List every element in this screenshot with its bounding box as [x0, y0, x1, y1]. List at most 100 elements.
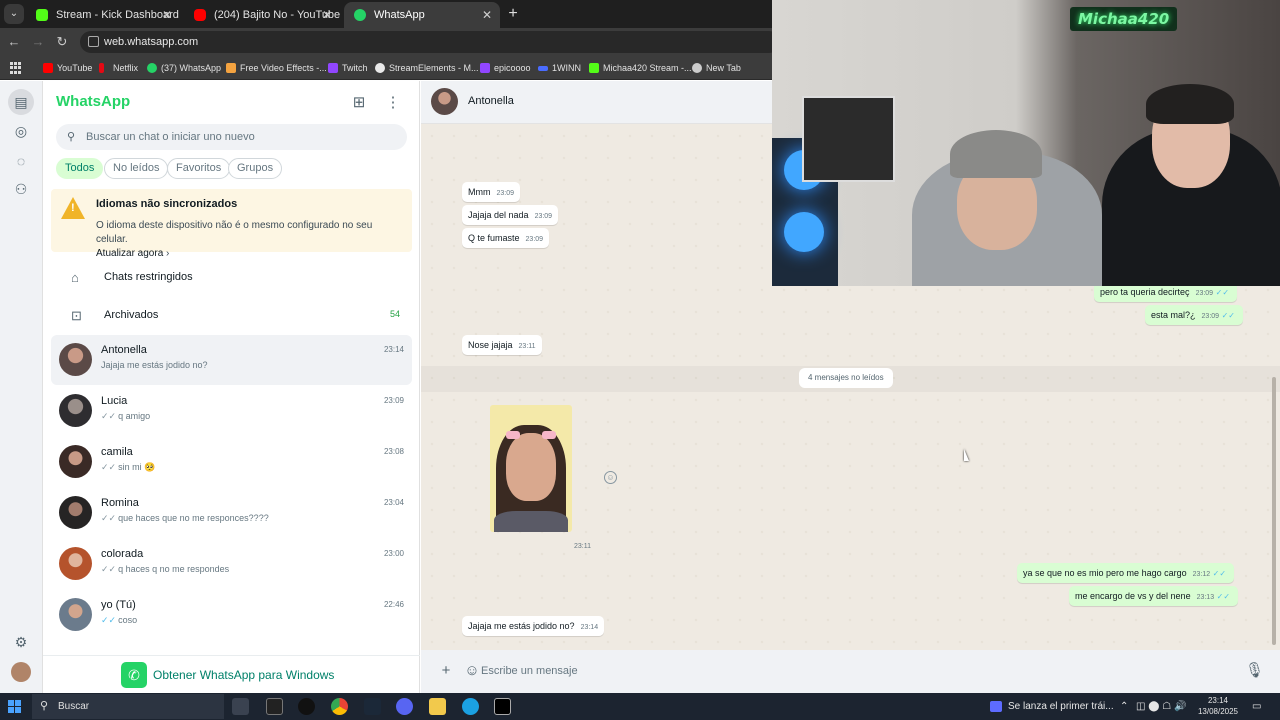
tab-kick[interactable]: Stream - Kick Dashboard ✕	[26, 2, 180, 28]
apps-grid-icon[interactable]	[10, 62, 22, 74]
bookmark-new-tab[interactable]: New Tab	[692, 60, 741, 76]
search-box: ⚲	[56, 124, 407, 150]
close-tab-icon[interactable]: ✕	[322, 2, 332, 28]
contact-name[interactable]: Antonella	[468, 95, 514, 107]
filter-no-leidos[interactable]: No leídos	[104, 158, 169, 179]
emoji-sticker-icon[interactable]: ☺	[463, 662, 481, 680]
task-view-icon[interactable]	[232, 698, 249, 715]
webcam-overlay: Michaa420	[772, 0, 1280, 286]
tab-search-icon[interactable]: ⌄	[4, 4, 24, 24]
message-in[interactable]: Nose jajaja 23:11	[462, 335, 542, 355]
video-effects-icon	[226, 63, 236, 73]
new-tab-icon[interactable]: +	[504, 4, 522, 24]
bookmark-streamelements[interactable]: StreamElements - M...	[375, 60, 479, 76]
language-warning-banner: ! Idiomas não sincronizados O idioma des…	[51, 189, 412, 259]
news-widget[interactable]: Se lanza el primer trái...	[988, 693, 1114, 720]
epic-games-icon[interactable]	[266, 698, 283, 715]
filter-favoritos[interactable]: Favoritos	[167, 158, 231, 179]
photo-timestamp: 23:11	[574, 543, 591, 550]
bookmark-1winn[interactable]: 1WINN	[538, 60, 581, 76]
twitch-icon	[480, 63, 490, 73]
address-bar[interactable]: web.whatsapp.com	[80, 31, 780, 53]
new-chat-icon[interactable]: ⊞	[349, 93, 369, 113]
microphone-icon[interactable]: 🎙	[1245, 662, 1264, 680]
profile-avatar[interactable]	[11, 662, 31, 682]
settings-gear-icon[interactable]: ⚙	[12, 633, 30, 651]
filter-todos[interactable]: Todos	[56, 158, 104, 179]
back-icon[interactable]: ←	[4, 32, 24, 52]
bookmark-michaa420-stream[interactable]: Michaa420 Stream -...	[589, 60, 692, 76]
netflix-icon	[99, 63, 104, 73]
menu-kebab-icon[interactable]: ⋮	[383, 93, 403, 113]
steam-icon[interactable]	[364, 698, 381, 715]
capcut-icon[interactable]	[494, 698, 511, 715]
restricted-chats-row[interactable]: ⌂ Chats restringidos	[51, 260, 412, 296]
communities-icon[interactable]: ⚇	[12, 180, 30, 198]
bookmark-whatsapp[interactable]: (37) WhatsApp	[147, 60, 221, 76]
attach-plus-icon[interactable]: +	[437, 662, 455, 680]
message-in[interactable]: Jajaja del nada 23:09	[462, 205, 559, 225]
system-clock[interactable]: 23:14 13/08/2025	[1196, 695, 1240, 717]
message-in[interactable]: Mmm 23:09	[462, 182, 521, 202]
file-explorer-icon[interactable]	[429, 698, 446, 715]
reload-icon[interactable]: ↻	[52, 32, 72, 52]
chat-item-lucia[interactable]: Lucia 23:09 ✓✓ q amigo	[51, 386, 412, 436]
tray-chevron-icon[interactable]: ⌃	[1120, 693, 1128, 720]
message-input[interactable]	[481, 659, 1241, 683]
contact-avatar[interactable]	[431, 88, 458, 115]
emoji-reaction-icon[interactable]: ☺	[604, 471, 617, 484]
message-out[interactable]: esta mal?¿ 23:09 ✓✓	[1145, 305, 1243, 325]
status-icon[interactable]: ◎	[12, 122, 30, 140]
get-windows-app-banner[interactable]: ✆ Obtener WhatsApp para Windows	[43, 655, 420, 693]
notifications-icon[interactable]: ▭	[1252, 693, 1261, 720]
obs-icon[interactable]	[298, 698, 315, 715]
chat-item-romina[interactable]: Romina 23:04 ✓✓ que haces que no me respo…	[51, 488, 412, 538]
tab-whatsapp[interactable]: WhatsApp ✕	[344, 2, 500, 28]
message-in[interactable]: Q te fumaste 23:09	[462, 228, 550, 248]
youtube-icon	[43, 63, 53, 73]
bookmark-free-video-effects[interactable]: Free Video Effects -...	[226, 60, 327, 76]
bookmark-epicoooo[interactable]: epicoooo	[480, 60, 531, 76]
filter-grupos[interactable]: Grupos	[228, 158, 283, 179]
chrome-icon[interactable]	[331, 698, 348, 715]
avatar	[59, 547, 92, 580]
discord-icon[interactable]	[396, 698, 413, 715]
bookmark-netflix[interactable]: Netflix	[99, 60, 138, 76]
kick-icon	[36, 9, 48, 21]
chat-item-camila[interactable]: camila 23:08 ✓✓ sin mi 🥺	[51, 437, 412, 487]
bookmark-youtube[interactable]: YouTube	[43, 60, 92, 76]
windows-taskbar: ⚲ Buscar Se lanza el primer trái... ⌃ ◫ …	[0, 693, 1280, 720]
photo-message[interactable]	[490, 405, 572, 532]
whatsapp-logo-icon: ✆	[121, 662, 147, 688]
site-info-icon[interactable]	[88, 36, 99, 47]
wall-poster	[802, 96, 895, 182]
nav-rail: ▤ ◎ ◌ ⚇ ⚙	[0, 81, 43, 693]
edge-icon[interactable]	[462, 698, 479, 715]
chat-scrollbar[interactable]	[1272, 377, 1276, 645]
avatar	[59, 343, 92, 376]
tab-youtube[interactable]: (204) Bajito No - YouTube ✕	[184, 2, 340, 28]
update-now-link[interactable]: Atualizar agora	[96, 248, 163, 259]
chat-item-antonella[interactable]: Antonella 23:14 Jajaja me estás jodido n…	[51, 335, 412, 385]
chats-icon[interactable]: ▤	[8, 89, 34, 115]
bookmark-twitch[interactable]: Twitch	[328, 60, 368, 76]
chat-item-colorada[interactable]: colorada 23:00 ✓✓ q haces q no me respond…	[51, 539, 412, 589]
lock-folder-icon: ⌂	[71, 270, 79, 285]
taskbar-search[interactable]: ⚲ Buscar	[32, 694, 224, 719]
forward-icon[interactable]: →	[28, 32, 48, 52]
message-out[interactable]: ya se que no es mio pero me hago cargo 23…	[1017, 563, 1235, 583]
streamelements-icon	[375, 63, 385, 73]
search-input[interactable]	[86, 128, 396, 146]
windows-start-icon[interactable]	[8, 700, 21, 713]
message-in[interactable]: Jajaja me estás jodido no? 23:14	[462, 616, 605, 636]
close-tab-icon[interactable]: ✕	[162, 2, 172, 28]
channels-icon[interactable]: ◌	[12, 152, 30, 170]
message-out[interactable]: me encargo de vs y del nene 23:13 ✓✓	[1069, 586, 1239, 606]
chat-item-yo[interactable]: yo (Tú) 22:46 ✓✓ coso	[51, 590, 412, 640]
twitch-icon	[328, 63, 338, 73]
close-tab-icon[interactable]: ✕	[482, 2, 492, 28]
tray-icons[interactable]: ◫ ⬤ ☖ 🔊	[1136, 693, 1186, 720]
mouse-cursor-icon	[964, 449, 969, 461]
archived-row[interactable]: ⊡ Archivados 54	[51, 298, 412, 334]
youtube-icon	[194, 9, 206, 21]
